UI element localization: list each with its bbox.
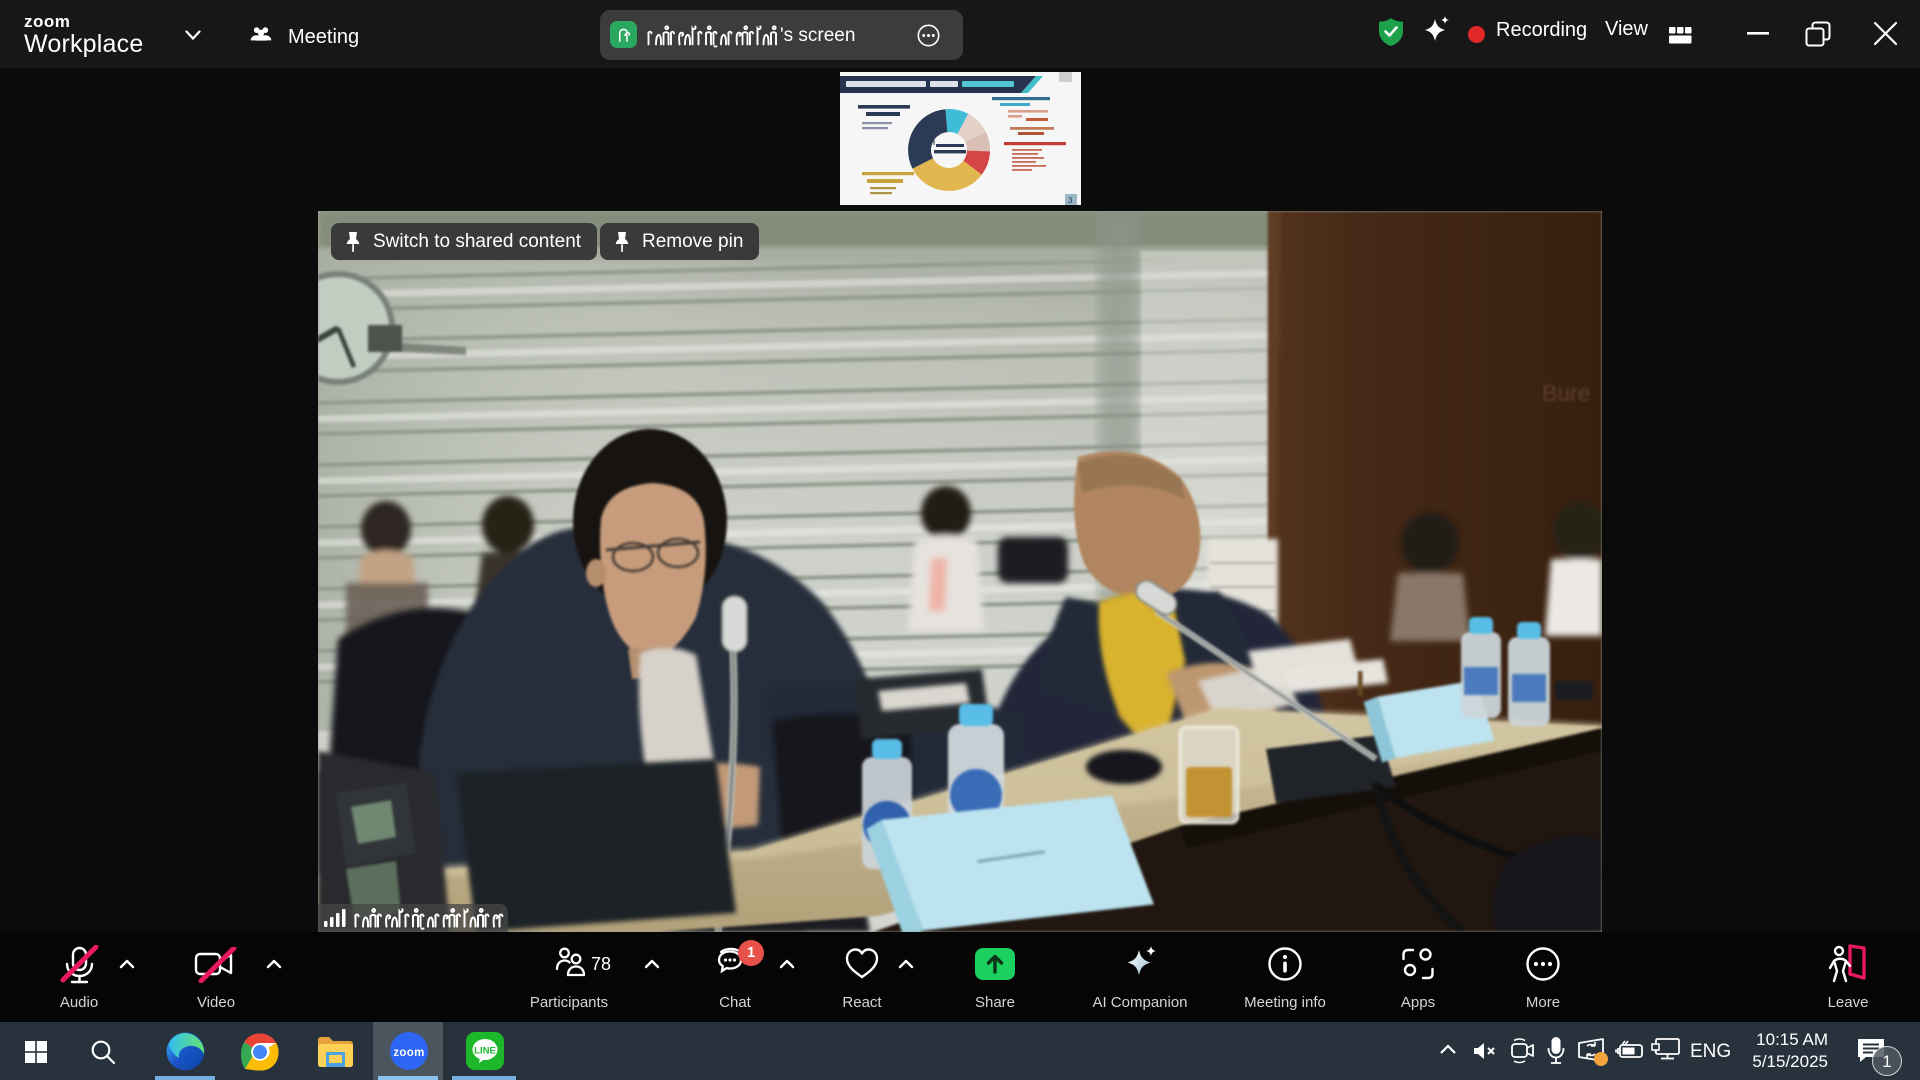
svg-text:Bure: Bure xyxy=(1542,380,1591,406)
svg-text:3: 3 xyxy=(1068,196,1073,205)
svg-text:zoom: zoom xyxy=(393,1047,424,1059)
svg-text:LINE: LINE xyxy=(474,1046,496,1057)
